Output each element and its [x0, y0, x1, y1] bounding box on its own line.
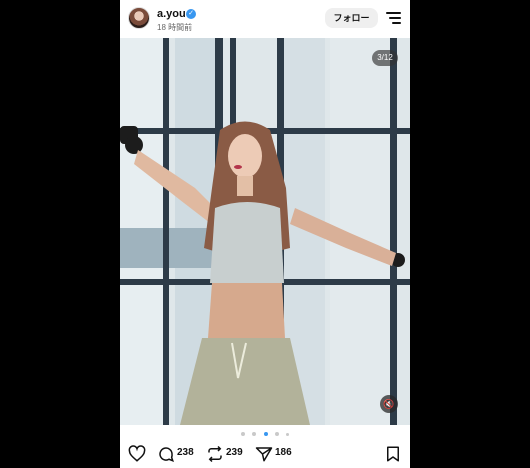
carousel-dot[interactable] [240, 432, 245, 436]
save-button[interactable] [384, 445, 402, 463]
follow-button[interactable]: フォロー [325, 8, 378, 28]
carousel-dot[interactable] [252, 432, 257, 436]
verified-badge-icon: ✓ [186, 9, 196, 19]
hamburger-menu-icon[interactable] [386, 12, 401, 24]
repost-count: 239 [226, 447, 243, 458]
carousel-dot[interactable] [286, 432, 290, 436]
post-timestamp: 18 時間前 [157, 23, 193, 32]
repost-button[interactable]: 239 [206, 445, 254, 463]
carousel-dot-active[interactable] [263, 432, 268, 436]
carousel-dot[interactable] [274, 432, 279, 436]
post-header: a.you ✓ 18 時間前 フォロー [120, 0, 410, 38]
avatar[interactable] [128, 7, 150, 29]
action-bar: 238 239 186 [120, 441, 410, 468]
heart-icon [128, 445, 146, 462]
comment-count: 238 [177, 447, 194, 458]
send-icon [255, 447, 273, 462]
repost-icon [208, 445, 222, 463]
share-button[interactable]: 186 [255, 445, 303, 463]
bookmark-icon [387, 446, 399, 462]
speaker-muted-icon[interactable]: 🔇 [380, 395, 398, 413]
like-button[interactable] [128, 445, 146, 463]
username[interactable]: a.you [157, 8, 186, 20]
share-count: 186 [275, 447, 292, 458]
carousel-dots [120, 432, 410, 438]
post-image[interactable]: 3/12 🔇 [120, 38, 410, 425]
post-card: a.you ✓ 18 時間前 フォロー 3/12 🔇 238 239 186 [120, 0, 410, 468]
comment-icon [159, 447, 174, 463]
image-counter: 3/12 [372, 50, 398, 66]
comment-button[interactable]: 238 [157, 445, 205, 463]
stage-photo [120, 38, 410, 425]
